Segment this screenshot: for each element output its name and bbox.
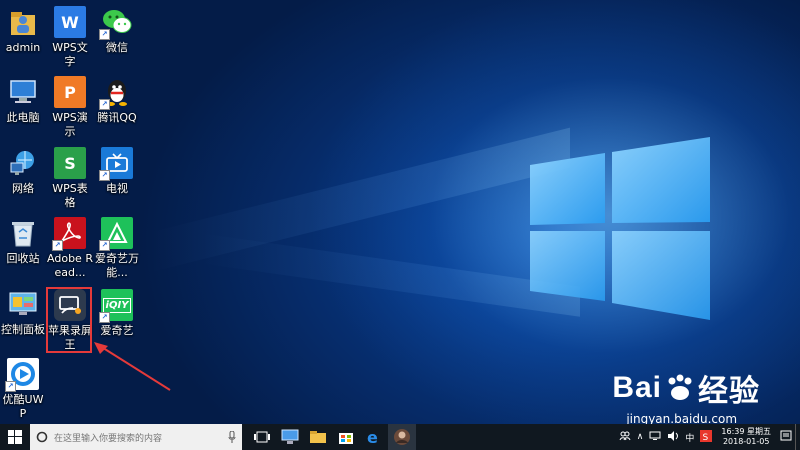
iqiyi-player-icon: ↗: [99, 217, 133, 251]
system-tray: ∧ 中 S 16:39 星期五 2018-01-05: [616, 424, 800, 450]
taskbar: 在这里输入你要搜索的内容 e ∧ 中 S 16:39 星期五 2018-01-0…: [0, 424, 800, 450]
people-icon[interactable]: [619, 431, 631, 444]
svg-text:e: e: [367, 429, 378, 445]
desktop-icon-network[interactable]: 网络: [0, 147, 46, 196]
desktop-icon-label: 网络: [12, 182, 34, 195]
shortcut-arrow-icon: ↗: [99, 29, 110, 40]
desktop-icon-label: WPS文字: [52, 41, 88, 68]
clock-date: 2018-01-05: [722, 437, 770, 446]
shortcut-arrow-icon: ↗: [52, 240, 63, 251]
desktop-icon-adobe-reader[interactable]: ↗ Adobe Read...: [47, 217, 93, 280]
search-placeholder: 在这里输入你要搜索的内容: [54, 433, 163, 444]
desktop-icon-label: 爱奇艺万能...: [95, 252, 139, 279]
app-avatar-icon: [394, 429, 410, 445]
shortcut-arrow-icon: ↗: [99, 170, 110, 181]
qq-icon: ↗: [99, 76, 133, 110]
desktop-icon-label: 此电脑: [6, 111, 40, 124]
wps-writer-icon: W: [54, 6, 86, 38]
edge-icon: e: [367, 429, 378, 445]
desktop-icon-iqiyi[interactable]: iQIY ↗ 爱奇艺: [94, 289, 140, 338]
desktop: admin 此电脑 网络 回收站 控制面板 ↗ 优酷UWP W WPS文字 P …: [0, 0, 800, 424]
taskbar-app-photo[interactable]: [388, 424, 416, 450]
iqiyi-icon: iQIY ↗: [99, 289, 133, 323]
iqiyi-logo-text: iQIY: [102, 297, 132, 313]
tv-icon: ↗: [99, 147, 133, 181]
taskbar-clock[interactable]: 16:39 星期五 2018-01-05: [721, 427, 771, 447]
store-icon: [339, 433, 353, 444]
windows-start-icon: [8, 430, 22, 444]
clock-time: 16:39 星期五: [721, 427, 771, 436]
watermark-logo-text: 经验: [698, 375, 760, 408]
show-hidden-icons-button[interactable]: ∧: [637, 432, 644, 442]
desktop-icon-this-pc[interactable]: 此电脑: [0, 76, 46, 125]
computer-icon: [7, 76, 39, 108]
baidu-logo: Bai 经验: [612, 366, 760, 410]
desktop-icon-recycle-bin[interactable]: 回收站: [0, 217, 46, 266]
control-panel-icon: [7, 288, 39, 320]
highlight-box: [46, 287, 92, 353]
baidu-jingyan-watermark: Bai 经验 jingyan.baidu.com: [612, 366, 760, 424]
wps-presentation-icon: P: [54, 76, 86, 108]
desktop-icon-wps-spreadsheet[interactable]: S WPS表格: [47, 147, 93, 210]
desktop-icon-label: 腾讯QQ: [97, 111, 137, 124]
taskbar-search-box[interactable]: 在这里输入你要搜索的内容: [30, 424, 242, 450]
watermark-logo-text: Bai: [612, 371, 662, 404]
desktop-icon-label: Adobe Read...: [47, 252, 93, 279]
desktop-icon-label: admin: [5, 41, 41, 54]
taskbar-app-file-explorer[interactable]: [304, 424, 332, 450]
taskbar-app-computer[interactable]: [276, 424, 304, 450]
shortcut-arrow-icon: ↗: [5, 381, 16, 392]
network-icon[interactable]: [649, 431, 661, 444]
task-view-icon: [254, 431, 270, 443]
desktop-icon-qq[interactable]: ↗ 腾讯QQ: [94, 76, 140, 125]
taskbar-app-edge[interactable]: e: [360, 424, 388, 450]
folder-icon: [310, 431, 326, 443]
watermark-url: jingyan.baidu.com: [626, 412, 738, 424]
desktop-icon-tv[interactable]: ↗ 电视: [94, 147, 140, 196]
sogou-ime-icon[interactable]: S: [700, 429, 713, 445]
wps-spreadsheet-icon: S: [54, 147, 86, 179]
microphone-icon[interactable]: [228, 431, 236, 443]
desktop-icon-label: WPS演示: [52, 111, 88, 138]
desktop-icon-label: WPS表格: [52, 182, 88, 209]
cortana-icon: [36, 431, 48, 443]
adobe-reader-icon: ↗: [52, 217, 86, 251]
desktop-icon-wps-writer[interactable]: W WPS文字: [47, 6, 93, 69]
network-icon: [7, 147, 39, 179]
desktop-icon-youku[interactable]: ↗ 优酷UWP: [0, 358, 46, 421]
shortcut-arrow-icon: ↗: [99, 240, 110, 251]
computer-icon: [281, 429, 299, 444]
shortcut-arrow-icon: ↗: [99, 99, 110, 110]
desktop-icon-control-panel[interactable]: 控制面板: [0, 288, 46, 337]
desktop-icon-label: 优酷UWP: [2, 393, 44, 420]
desktop-icon-label: 微信: [106, 41, 128, 54]
action-center-icon[interactable]: [780, 430, 792, 445]
show-desktop-button[interactable]: [795, 424, 800, 450]
desktop-icon-label: 电视: [106, 182, 128, 195]
desktop-icon-wechat[interactable]: ↗ 微信: [94, 6, 140, 55]
volume-icon[interactable]: [667, 430, 679, 444]
desktop-icon-label: 回收站: [6, 252, 40, 265]
windows-logo-wallpaper: [530, 137, 710, 320]
task-view-button[interactable]: [248, 424, 276, 450]
desktop-icon-label: 爱奇艺: [100, 324, 134, 337]
wechat-icon: ↗: [99, 6, 133, 40]
youku-icon: ↗: [5, 358, 39, 392]
desktop-icon-admin[interactable]: admin: [0, 6, 46, 55]
recycle-bin-icon: [7, 217, 39, 249]
shortcut-arrow-icon: ↗: [99, 312, 110, 323]
desktop-icon-label: 控制面板: [1, 323, 45, 336]
svg-text:S: S: [703, 433, 709, 442]
annotation-arrow: [94, 342, 171, 391]
desktop-icon-iqiyi-player[interactable]: ↗ 爱奇艺万能...: [94, 217, 140, 280]
paw-icon: [668, 374, 692, 400]
input-method-indicator[interactable]: 中: [685, 431, 694, 444]
taskbar-app-store[interactable]: [332, 424, 360, 450]
user-folder-icon: [7, 6, 39, 38]
desktop-icon-wps-presentation[interactable]: P WPS演示: [47, 76, 93, 139]
start-button[interactable]: [0, 424, 30, 450]
